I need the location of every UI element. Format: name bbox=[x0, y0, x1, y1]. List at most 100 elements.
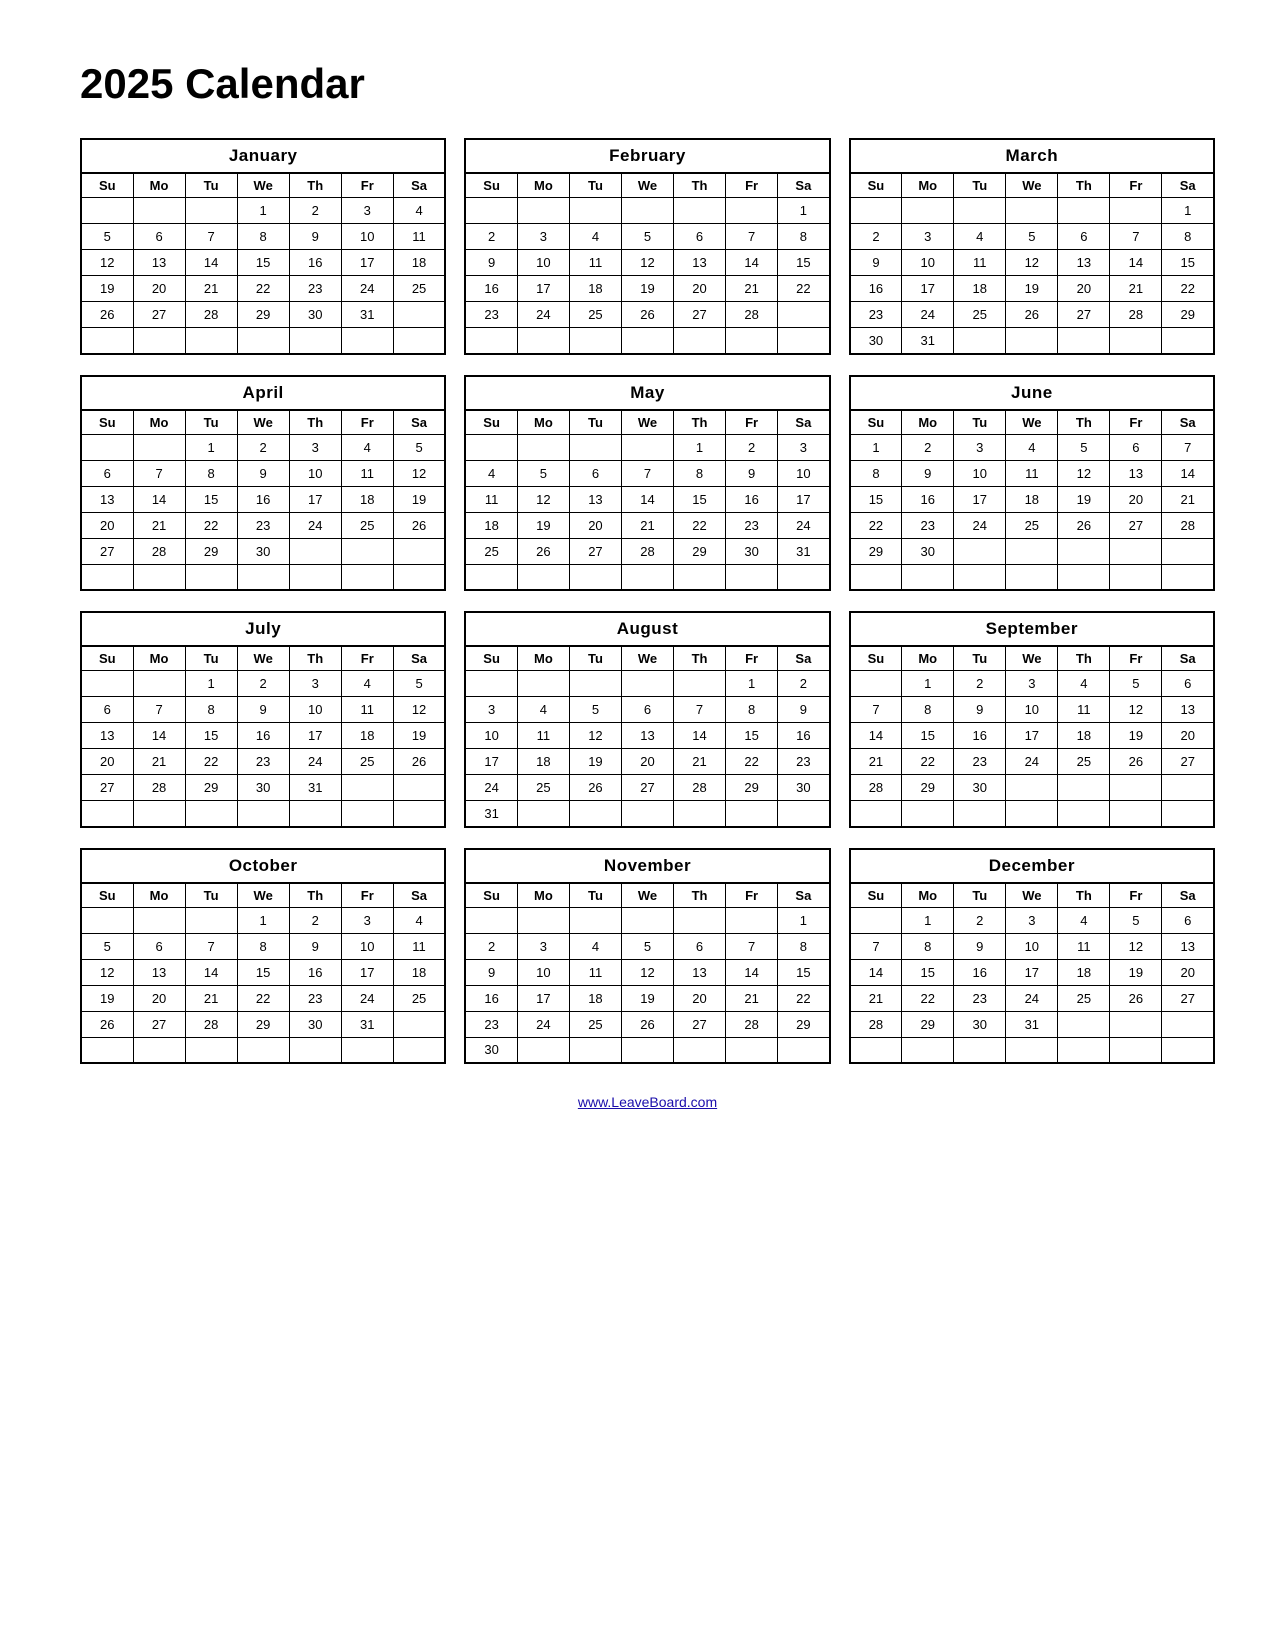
day-cell: 19 bbox=[621, 276, 673, 302]
day-cell: 22 bbox=[185, 512, 237, 538]
day-cell: 27 bbox=[133, 302, 185, 328]
day-cell bbox=[1006, 538, 1058, 564]
day-header: Th bbox=[289, 646, 341, 671]
day-cell: 1 bbox=[726, 671, 778, 697]
day-cell: 20 bbox=[1058, 276, 1110, 302]
day-cell: 17 bbox=[517, 276, 569, 302]
day-cell: 6 bbox=[81, 697, 133, 723]
day-cell: 7 bbox=[133, 460, 185, 486]
day-cell bbox=[133, 1037, 185, 1063]
day-header: Sa bbox=[1162, 883, 1214, 908]
day-cell: 19 bbox=[393, 723, 445, 749]
day-cell: 6 bbox=[1110, 434, 1162, 460]
day-header: Mo bbox=[517, 883, 569, 908]
day-cell: 14 bbox=[1110, 250, 1162, 276]
day-cell: 3 bbox=[1006, 671, 1058, 697]
day-header: Fr bbox=[1110, 883, 1162, 908]
day-header: Fr bbox=[726, 646, 778, 671]
day-cell: 7 bbox=[726, 224, 778, 250]
day-cell: 21 bbox=[185, 276, 237, 302]
day-cell: 22 bbox=[1162, 276, 1214, 302]
month-name: June bbox=[850, 376, 1214, 410]
day-header: Tu bbox=[954, 646, 1006, 671]
day-cell: 11 bbox=[517, 723, 569, 749]
day-cell: 11 bbox=[1058, 933, 1110, 959]
day-cell bbox=[81, 671, 133, 697]
day-cell: 22 bbox=[902, 749, 954, 775]
day-cell: 13 bbox=[674, 959, 726, 985]
day-cell: 11 bbox=[341, 697, 393, 723]
day-cell bbox=[569, 564, 621, 590]
day-header: Sa bbox=[1162, 410, 1214, 435]
table-row bbox=[850, 1037, 1214, 1063]
month-name: September bbox=[850, 612, 1214, 646]
day-header: Fr bbox=[341, 646, 393, 671]
day-cell bbox=[778, 1037, 830, 1063]
day-cell bbox=[289, 1037, 341, 1063]
day-header: Fr bbox=[341, 173, 393, 198]
table-row: 14151617181920 bbox=[850, 959, 1214, 985]
table-row: 19202122232425 bbox=[81, 276, 445, 302]
day-cell bbox=[1110, 775, 1162, 801]
day-cell: 24 bbox=[902, 302, 954, 328]
day-cell: 27 bbox=[1162, 749, 1214, 775]
day-cell bbox=[1058, 775, 1110, 801]
table-row: 123 bbox=[465, 434, 829, 460]
day-cell: 19 bbox=[81, 985, 133, 1011]
table-row: 9101112131415 bbox=[850, 250, 1214, 276]
day-cell: 20 bbox=[1162, 959, 1214, 985]
day-cell: 7 bbox=[726, 933, 778, 959]
day-header: We bbox=[1006, 646, 1058, 671]
day-cell bbox=[1058, 801, 1110, 827]
table-row: 12345 bbox=[81, 671, 445, 697]
table-row: 1 bbox=[465, 907, 829, 933]
day-cell: 29 bbox=[185, 538, 237, 564]
day-cell bbox=[393, 775, 445, 801]
day-cell: 14 bbox=[185, 250, 237, 276]
day-cell: 17 bbox=[517, 985, 569, 1011]
day-cell: 21 bbox=[726, 985, 778, 1011]
table-row: 1234 bbox=[81, 198, 445, 224]
day-cell: 24 bbox=[341, 276, 393, 302]
day-header: We bbox=[621, 410, 673, 435]
day-header: Su bbox=[850, 646, 902, 671]
day-header: Fr bbox=[1110, 646, 1162, 671]
day-cell: 20 bbox=[81, 749, 133, 775]
day-cell bbox=[1110, 1037, 1162, 1063]
footer-link[interactable]: www.LeaveBoard.com bbox=[80, 1094, 1215, 1110]
day-cell: 14 bbox=[726, 959, 778, 985]
day-cell: 18 bbox=[341, 723, 393, 749]
day-cell: 24 bbox=[517, 302, 569, 328]
day-cell: 7 bbox=[850, 697, 902, 723]
day-cell: 17 bbox=[1006, 723, 1058, 749]
day-cell: 31 bbox=[1006, 1011, 1058, 1037]
day-cell bbox=[341, 801, 393, 827]
table-row: 123456 bbox=[850, 907, 1214, 933]
day-cell: 22 bbox=[674, 512, 726, 538]
day-header: Mo bbox=[133, 173, 185, 198]
day-cell: 30 bbox=[954, 1011, 1006, 1037]
day-cell: 21 bbox=[850, 985, 902, 1011]
day-cell bbox=[133, 198, 185, 224]
day-cell: 9 bbox=[850, 250, 902, 276]
day-cell: 11 bbox=[569, 250, 621, 276]
day-cell: 14 bbox=[674, 723, 726, 749]
day-cell bbox=[569, 801, 621, 827]
day-cell: 31 bbox=[289, 775, 341, 801]
day-header: Tu bbox=[569, 173, 621, 198]
day-cell: 8 bbox=[1162, 224, 1214, 250]
day-cell bbox=[341, 564, 393, 590]
day-cell: 1 bbox=[237, 907, 289, 933]
table-row: 14151617181920 bbox=[850, 723, 1214, 749]
day-header: Tu bbox=[954, 410, 1006, 435]
day-cell: 8 bbox=[185, 460, 237, 486]
day-cell: 7 bbox=[850, 933, 902, 959]
day-cell: 13 bbox=[1162, 933, 1214, 959]
day-cell: 8 bbox=[726, 697, 778, 723]
table-row: 891011121314 bbox=[850, 460, 1214, 486]
day-cell: 14 bbox=[621, 486, 673, 512]
day-cell: 21 bbox=[133, 749, 185, 775]
month-name: December bbox=[850, 849, 1214, 883]
table-row: 30 bbox=[465, 1037, 829, 1063]
day-cell: 12 bbox=[569, 723, 621, 749]
